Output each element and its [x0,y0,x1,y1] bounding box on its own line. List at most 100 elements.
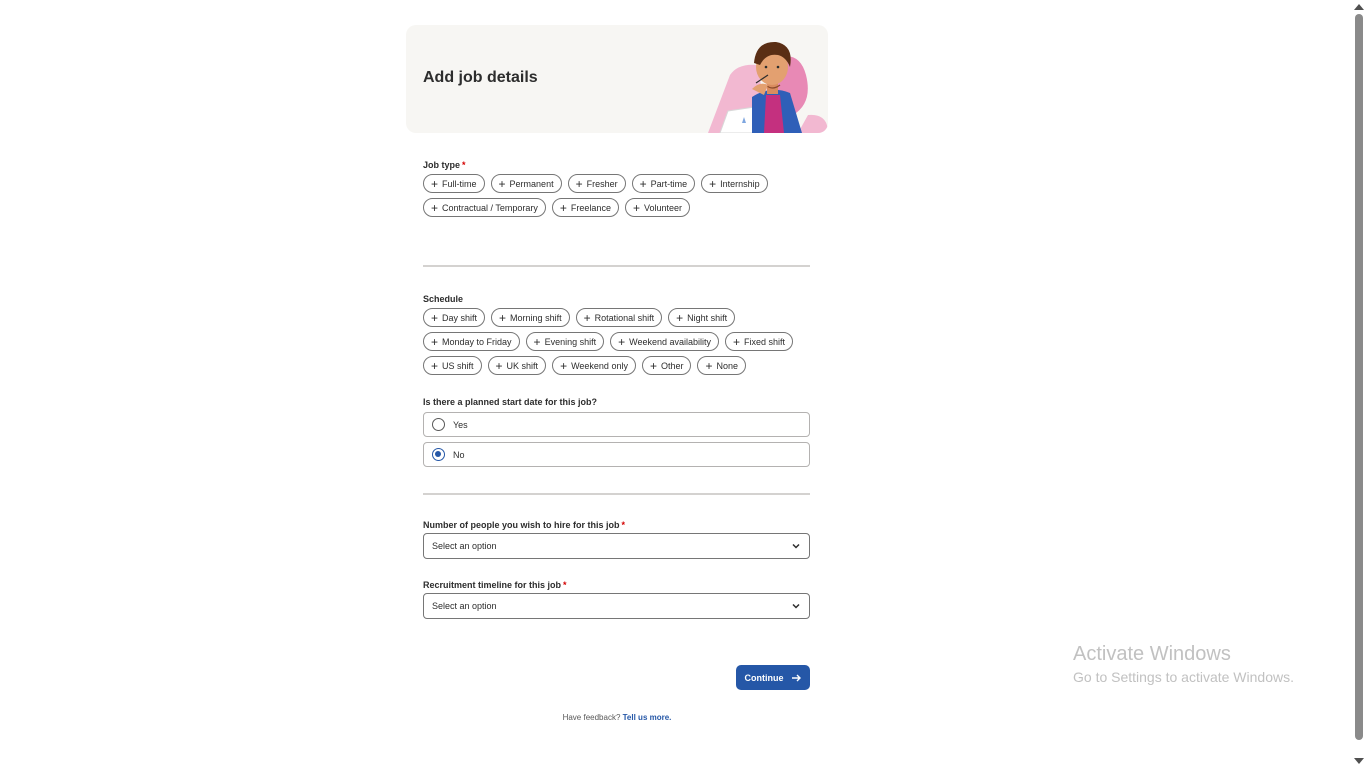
timeline-label: Recruitment timeline for this job * [423,580,567,590]
chip-option[interactable]: + Full-time [423,174,485,193]
chip-option[interactable]: + Permanent [490,174,562,193]
chevron-down-icon [792,603,800,609]
watermark-title: Activate Windows [1073,643,1231,665]
chip-label: Night shift [687,312,728,323]
header-card: Add job details [406,25,828,133]
plus-icon: + [632,200,640,215]
chip-option[interactable]: + Weekend only [552,356,636,375]
feedback-text: Have feedback? [562,713,621,722]
plus-icon: + [533,334,541,349]
chevron-down-icon [792,543,800,549]
chip-label: Freelance [570,202,611,213]
chip-option[interactable]: + US shift [423,356,482,375]
plus-icon: + [618,334,626,349]
scroll-up-arrow-icon[interactable] [1354,4,1364,10]
chip-option[interactable]: + Rotational shift [575,308,663,327]
divider [423,265,810,267]
plus-icon: + [733,334,741,349]
plus-icon: + [705,358,713,373]
chip-option[interactable]: + UK shift [487,356,547,375]
hires-section: Number of people you wish to hire for th… [423,520,810,559]
chip-label: None [716,360,739,371]
chip-label: Permanent [509,178,554,189]
radio-option[interactable]: Yes [423,412,810,437]
chip-option[interactable]: + Weekend availability [610,332,719,351]
schedule-label: Schedule [423,294,464,304]
chip-option[interactable]: + Evening shift [525,332,605,351]
page-title: Add job details [423,69,538,86]
chip-label: Monday to Friday [442,336,512,347]
divider [423,493,810,495]
job-details-page: Add job details Job type * + Full-time + Per… [406,25,828,722]
job-type-label: Job type * [423,160,466,170]
feedback-line: Have feedback? Tell us more. [406,713,828,722]
start-date-radios: Yes No [423,412,810,467]
chip-option[interactable]: + Part-time [631,174,696,193]
chip-option[interactable]: + Volunteer [624,198,690,217]
windows-activation-watermark: Activate Windows Go to Settings to activ… [1073,643,1294,685]
plus-icon: + [495,358,503,373]
chip-label: Contractual / Temporary [442,202,538,213]
hires-select-value: Select an option [432,541,497,551]
chip-option[interactable]: + Night shift [668,308,736,327]
plus-icon: + [676,310,684,325]
plus-icon: + [498,176,506,191]
chip-label: Fresher [586,178,618,189]
plus-icon: + [560,358,568,373]
feedback-link[interactable]: Tell us more. [623,713,672,722]
chip-label: Day shift [442,312,478,323]
scroll-down-arrow-icon[interactable] [1354,758,1364,764]
plus-icon: + [431,176,439,191]
plus-icon: + [559,200,567,215]
continue-label: Continue [744,672,784,683]
chip-option[interactable]: + Day shift [423,308,486,327]
chip-label: Morning shift [510,312,562,323]
chip-option[interactable]: + Fresher [567,174,626,193]
timeline-select[interactable]: Select an option [423,593,810,619]
chip-option[interactable]: + Internship [701,174,768,193]
schedule-chips: + Day shift + Morning shift + Rotational shif… [423,308,810,375]
job-type-chips: + Full-time + Permanent + Fresher + Part-time + I… [423,174,810,217]
chip-option[interactable]: + Morning shift [491,308,570,327]
chip-label: US shift [442,360,474,371]
schedule-section: Schedule + Day shift + Morning shift + Rotati… [423,294,810,375]
chip-label: Fixed shift [744,336,786,347]
plus-icon: + [431,334,439,349]
scrollbar[interactable] [1351,0,1366,768]
chip-option[interactable]: + Freelance [551,198,619,217]
plus-icon: + [709,176,717,191]
radio-label: No [453,449,465,460]
chip-label: UK shift [506,360,539,371]
plus-icon: + [649,358,657,373]
continue-button[interactable]: Continue [736,665,810,690]
arrow-right-icon [791,674,801,681]
hires-select[interactable]: Select an option [423,533,810,559]
plus-icon: + [431,200,439,215]
chip-option[interactable]: + Monday to Friday [423,332,520,351]
chip-label: Weekend only [571,360,628,371]
timeline-select-value: Select an option [432,601,497,611]
watermark-subtitle: Go to Settings to activate Windows. [1073,669,1294,685]
chip-label: Evening shift [544,336,597,347]
plus-icon: + [639,176,647,191]
plus-icon: + [431,358,439,373]
timeline-section: Recruitment timeline for this job * Selec… [423,580,810,619]
chip-label: Rotational shift [594,312,655,323]
chip-option[interactable]: + Other [641,356,692,375]
radio-unchecked-icon[interactable] [432,418,445,431]
chip-option[interactable]: + Contractual / Temporary [423,198,546,217]
plus-icon: + [499,310,507,325]
chip-label: Internship [720,178,760,189]
chip-option[interactable]: + None [697,356,747,375]
radio-label: Yes [453,419,468,430]
chip-label: Full-time [442,178,477,189]
radio-option[interactable]: No [423,442,810,467]
plus-icon: + [431,310,439,325]
start-date-question: Is there a planned start date for this j… [423,397,598,407]
radio-checked-icon[interactable] [432,448,445,461]
chip-option[interactable]: + Fixed shift [725,332,794,351]
scroll-thumb[interactable] [1355,14,1363,740]
plus-icon: + [583,310,591,325]
chip-label: Volunteer [643,202,682,213]
chip-label: Weekend availability [629,336,711,347]
